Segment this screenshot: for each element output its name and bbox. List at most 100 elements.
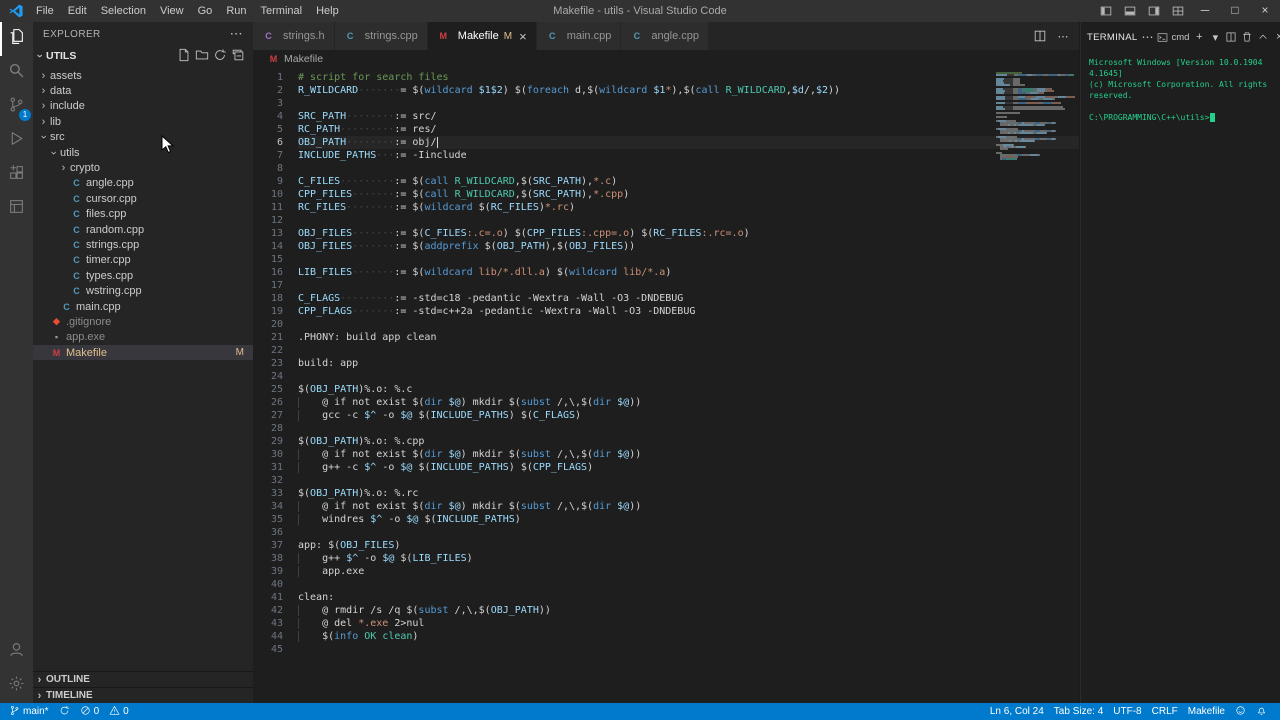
layout-sidebar-icon[interactable] — [1094, 0, 1118, 22]
code-editor[interactable]: 1 2 3 4 5 6 7 8 9 10 11 12 13 14 15 16 17 18 19 20 21 22 23 24 2… — [253, 68, 1079, 703]
activitybar-item-remote-window[interactable] — [0, 192, 33, 226]
minimize-button[interactable]: ─ — [1190, 0, 1220, 22]
activitybar-item-source-control[interactable]: 1 — [0, 90, 33, 124]
remote-window-icon — [8, 198, 25, 220]
layout-customize-icon[interactable] — [1166, 0, 1190, 22]
activitybar-item-search[interactable] — [0, 56, 33, 90]
tree-item-crypto[interactable]: › crypto — [33, 160, 253, 175]
workspace-section-header[interactable]: › UTILS — [33, 46, 253, 66]
tree-item-app-exe[interactable]: ▪ app.exe — [33, 330, 253, 345]
code-token: $^ — [370, 514, 383, 525]
tree-item-makefile[interactable]: M Makefile M — [33, 345, 253, 361]
tab-strings-h[interactable]: Cstrings.h — [253, 22, 335, 50]
status-warning[interactable]: 0 — [104, 705, 134, 719]
tree-item-random-cpp[interactable]: Crandom.cpp — [33, 222, 253, 237]
code-token: ) — [665, 267, 672, 278]
menu-terminal[interactable]: Terminal — [254, 0, 310, 22]
status-crlf[interactable]: CRLF — [1147, 705, 1183, 719]
trash-icon[interactable] — [1241, 31, 1253, 43]
sidebar-bottom-sections: › OUTLINE › TIMELINE — [33, 671, 253, 703]
tab-label: main.cpp — [566, 30, 612, 42]
tree-item-utils[interactable]: › utils — [33, 145, 253, 160]
minimap-token — [1070, 74, 1074, 76]
chevron-up-icon[interactable] — [1257, 31, 1269, 43]
tree-item-types-cpp[interactable]: Ctypes.cpp — [33, 268, 253, 283]
tree-item-main-cpp[interactable]: Cmain.cpp — [33, 299, 253, 314]
status-utf-8[interactable]: UTF-8 — [1108, 705, 1146, 719]
shell-selector[interactable]: cmd — [1157, 32, 1189, 43]
tree-item-cursor-cpp[interactable]: Ccursor.cpp — [33, 191, 253, 206]
activitybar-item-explorer[interactable] — [0, 22, 33, 56]
new-folder-icon[interactable] — [195, 48, 209, 65]
maximize-button[interactable]: □ — [1220, 0, 1250, 22]
tree-item-lib[interactable]: › lib — [33, 114, 253, 129]
status-bell[interactable] — [1251, 705, 1272, 719]
menu-run[interactable]: Run — [219, 0, 253, 22]
minimap-token — [1022, 154, 1030, 156]
plus-icon[interactable]: + — [1193, 31, 1205, 43]
status-error[interactable]: 0 — [75, 705, 105, 719]
split-terminal-icon[interactable] — [1225, 31, 1237, 43]
tree-item-label: include — [50, 100, 85, 113]
split-editor-icon[interactable] — [1033, 29, 1047, 43]
terminal-more-icon[interactable]: ⋯ — [1141, 30, 1153, 44]
code-token: INCLUDE_PATHS — [430, 462, 509, 473]
menu-file[interactable]: File — [29, 0, 61, 22]
menu-edit[interactable]: Edit — [61, 0, 94, 22]
new-file-icon[interactable] — [177, 48, 191, 65]
tree-item-angle-cpp[interactable]: Cangle.cpp — [33, 176, 253, 191]
status-makefile[interactable]: Makefile — [1183, 705, 1230, 719]
code-line: RC_FILES········:= $(wildcard $(RC_FILES… — [298, 201, 1079, 214]
code-token: OBJ_FILES — [568, 241, 624, 252]
tab-strings-cpp[interactable]: Cstrings.cpp — [334, 22, 428, 50]
menu-help[interactable]: Help — [309, 0, 346, 22]
tab-makefile[interactable]: M Makefile M × — [427, 22, 537, 50]
tree-item-files-cpp[interactable]: Cfiles.cpp — [33, 207, 253, 222]
activitybar-item-run-debug[interactable] — [0, 124, 33, 158]
tree-item-assets[interactable]: › assets — [33, 68, 253, 83]
activitybar-item-settings[interactable] — [0, 669, 33, 703]
terminal-output[interactable]: Microsoft Windows [Version 10.0.19044.16… — [1081, 52, 1280, 703]
status-sync[interactable] — [54, 705, 75, 719]
refresh-icon[interactable] — [213, 48, 227, 65]
activitybar-item-extensions[interactable] — [0, 158, 33, 192]
layout-sidebar-right-icon[interactable] — [1142, 0, 1166, 22]
close-x-icon[interactable]: × — [1273, 31, 1280, 43]
tab-close-icon[interactable]: × — [519, 29, 527, 44]
status-ln-6-col-24[interactable]: Ln 6, Col 24 — [985, 705, 1049, 719]
tree-item-data[interactable]: › data — [33, 83, 253, 98]
status-branch[interactable]: main* — [4, 705, 54, 719]
tree-item-strings-cpp[interactable]: Cstrings.cpp — [33, 237, 253, 252]
more-actions-icon[interactable]: ⋯ — [230, 26, 243, 42]
tree-item-include[interactable]: › include — [33, 99, 253, 114]
code-token: :.cpp=.o — [581, 228, 630, 239]
more-icon[interactable]: ⋯ — [1057, 30, 1069, 43]
activitybar-item-account[interactable] — [0, 635, 33, 669]
sidebar-section-outline[interactable]: › OUTLINE — [33, 671, 253, 687]
tree-item-gitignore[interactable]: ◆ .gitignore — [33, 314, 253, 329]
terminal-tab[interactable]: TERMINAL — [1087, 32, 1137, 43]
tree-item-src[interactable]: › src — [33, 130, 253, 145]
menu-go[interactable]: Go — [191, 0, 220, 22]
tree-item-wstring-cpp[interactable]: Cwstring.cpp — [33, 283, 253, 298]
layout-panel-icon[interactable] — [1118, 0, 1142, 22]
code-token: subst — [520, 449, 551, 460]
status-feedback[interactable] — [1230, 705, 1251, 719]
code-token: $( — [412, 410, 431, 421]
editor-code[interactable]: # script for search files R_WILDCARD·····… — [295, 71, 1079, 703]
dropdown-icon[interactable]: ▾ — [1209, 31, 1221, 44]
menu-selection[interactable]: Selection — [94, 0, 153, 22]
tree-item-timer-cpp[interactable]: Ctimer.cpp — [33, 253, 253, 268]
collapse-all-icon[interactable] — [231, 48, 245, 65]
close-button[interactable]: × — [1250, 0, 1280, 22]
minimap[interactable] — [996, 72, 1076, 162]
menu-view[interactable]: View — [153, 0, 191, 22]
sidebar-section-timeline[interactable]: › TIMELINE — [33, 687, 253, 703]
status-tab-size-4[interactable]: Tab Size: 4 — [1049, 705, 1108, 719]
line-number: 27 — [270, 410, 283, 421]
tab-angle-cpp[interactable]: Cangle.cpp — [621, 22, 710, 50]
minimap-token — [1052, 90, 1054, 92]
tab-main-cpp[interactable]: Cmain.cpp — [536, 22, 622, 50]
breadcrumb[interactable]: M Makefile — [253, 50, 1079, 68]
